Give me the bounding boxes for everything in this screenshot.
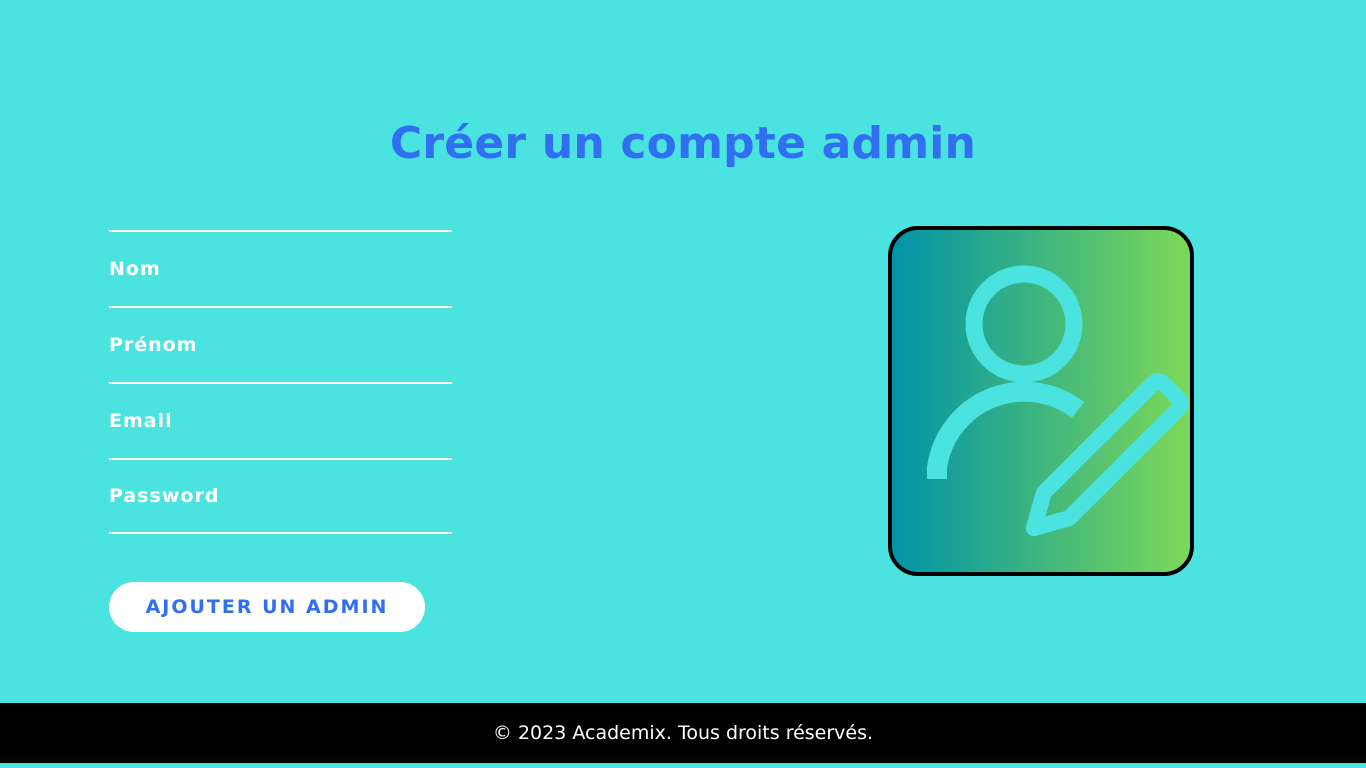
bottom-strip bbox=[0, 763, 1366, 768]
password-input[interactable] bbox=[109, 460, 452, 532]
prenom-input[interactable] bbox=[109, 308, 452, 382]
nom-field-wrapper bbox=[109, 230, 452, 306]
email-input[interactable] bbox=[109, 384, 452, 458]
password-field-wrapper bbox=[109, 458, 452, 534]
prenom-field-wrapper bbox=[109, 306, 452, 382]
footer-copyright: © 2023 Academix. Tous droits réservés. bbox=[492, 722, 874, 744]
user-edit-icon bbox=[888, 226, 1194, 576]
create-admin-form bbox=[109, 230, 452, 534]
page: Créer un compte admin AJOUTER UN ADMIN bbox=[0, 0, 1366, 768]
email-field-wrapper bbox=[109, 382, 452, 458]
nom-input[interactable] bbox=[109, 232, 452, 306]
add-admin-button[interactable]: AJOUTER UN ADMIN bbox=[109, 582, 425, 632]
page-title: Créer un compte admin bbox=[389, 118, 977, 169]
footer: © 2023 Academix. Tous droits réservés. bbox=[0, 703, 1366, 763]
